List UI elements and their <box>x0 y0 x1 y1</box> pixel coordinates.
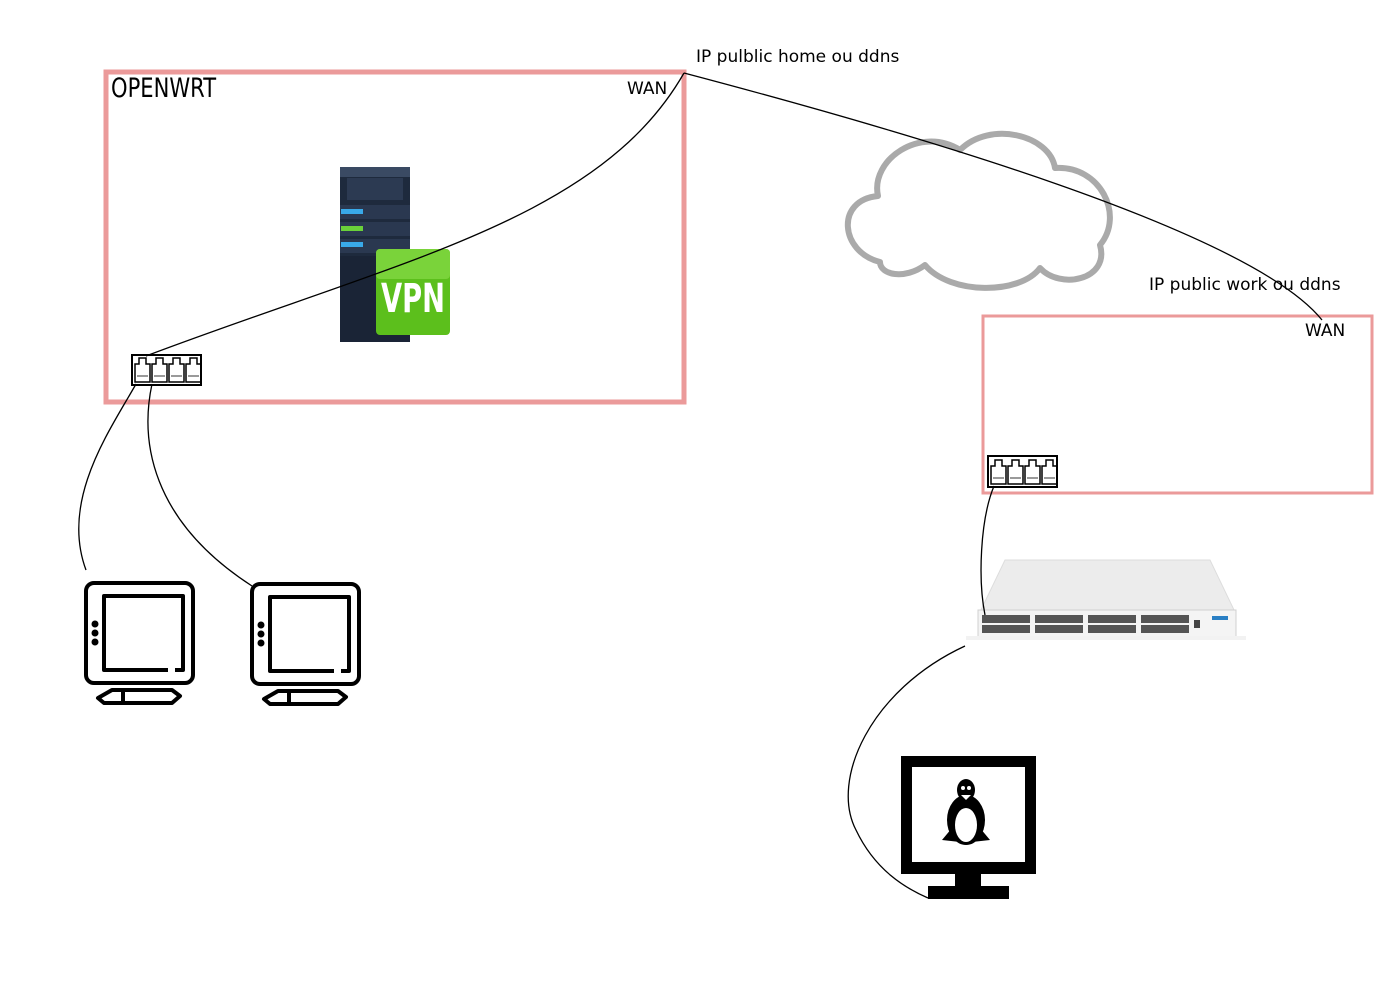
internet-cloud-icon <box>844 130 1113 291</box>
vpn-server-icon: VPN <box>340 167 450 342</box>
home-wan-label: WAN <box>627 79 668 99</box>
openwrt-title: OPENWRT <box>111 73 217 104</box>
computer-1-icon <box>84 581 195 705</box>
connection-lines <box>78 72 1323 899</box>
work-router-ports-icon <box>987 455 1058 488</box>
link-port-to-computer-1 <box>78 383 137 571</box>
network-switch-icon <box>966 559 1246 640</box>
computer-2-icon <box>250 582 361 706</box>
diagram-canvas: VPN <box>78 69 1374 899</box>
vpn-badge-text: VPN <box>381 276 445 322</box>
home-ip-label: IP pulblic home ou ddns <box>696 47 900 67</box>
work-ip-label: IP public work ou ddns <box>1149 275 1341 295</box>
network-diagram: VPN OPENWRT WAN IP pulblic home ou ddns … <box>0 0 1391 984</box>
work-wan-label: WAN <box>1305 321 1346 341</box>
link-port-to-computer-2 <box>147 383 253 587</box>
linux-computer-icon <box>901 756 1036 899</box>
home-router-ports-icon <box>131 354 202 386</box>
